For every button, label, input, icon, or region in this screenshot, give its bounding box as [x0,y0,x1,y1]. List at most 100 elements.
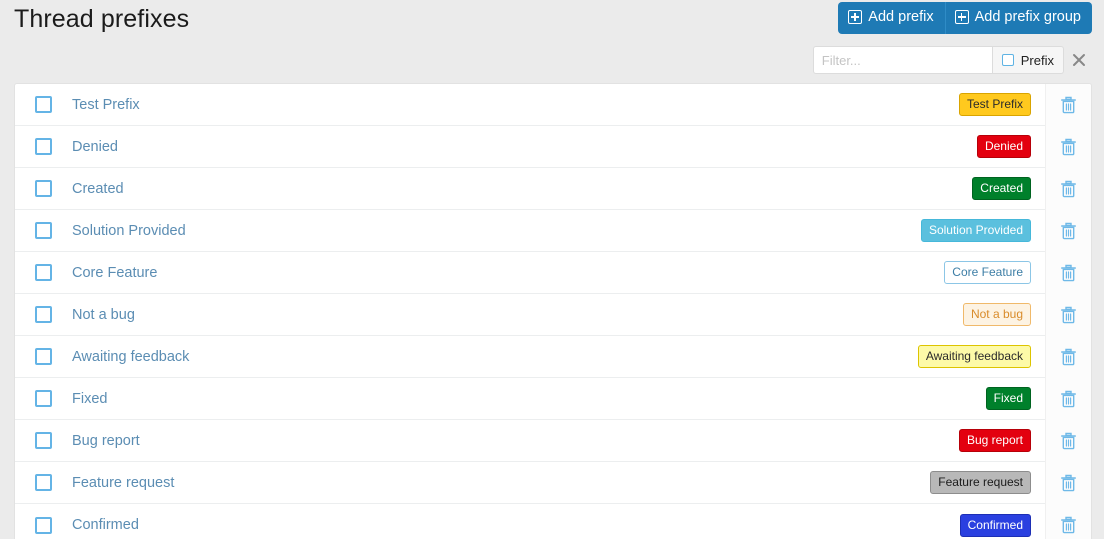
table-row: Awaiting feedback Awaiting feedback [15,335,1091,378]
prefix-badge-cell: Fixed [745,387,1045,410]
delete-prefix-button[interactable] [1045,167,1091,210]
filter-bar: Prefix [0,36,1104,83]
delete-prefix-button[interactable] [1045,251,1091,294]
delete-prefix-button[interactable] [1045,84,1091,126]
trash-icon [1061,180,1076,197]
filter-close-button[interactable] [1066,46,1092,74]
row-select-cell [15,432,71,449]
row-select-cell [15,264,71,281]
plus-square-icon [848,10,863,25]
status-badge: Test Prefix [958,93,1031,116]
row-select-cell [15,222,71,239]
checkbox-unchecked-icon[interactable] [34,180,52,197]
trash-icon [1061,222,1076,239]
delete-prefix-button[interactable] [1045,293,1091,336]
row-select-cell [15,516,71,534]
filter-control-group: Prefix [812,46,1064,74]
close-icon [1073,54,1085,66]
prefix-title-link[interactable]: Solution Provided [71,223,745,239]
status-badge: Awaiting feedback [917,345,1031,368]
status-badge: Core Feature [944,261,1031,284]
add-prefix-button[interactable]: Add prefix [838,2,945,34]
trash-icon [1061,306,1076,323]
row-select-cell [15,96,71,113]
table-row: Test Prefix Test Prefix [15,84,1091,126]
status-badge: Denied [976,135,1031,158]
add-prefix-button-label: Add prefix [868,9,934,25]
table-row: Core Feature Core Feature [15,251,1091,294]
delete-prefix-button[interactable] [1045,125,1091,168]
prefix-badge-cell: Feature request [745,471,1045,494]
table-row: Created Created [15,167,1091,210]
add-prefix-group-button[interactable]: Add prefix group [944,2,1092,34]
trash-icon [1061,390,1076,407]
trash-icon [1061,348,1076,365]
row-select-cell [15,138,71,155]
trash-icon [1061,138,1076,155]
table-row: Denied Denied [15,125,1091,168]
prefix-title-link[interactable]: Feature request [71,475,745,491]
trash-icon [1061,474,1076,491]
checkbox-unchecked-icon[interactable] [34,306,52,323]
prefix-title-link[interactable]: Awaiting feedback [71,349,745,365]
checkbox-unchecked-icon[interactable] [34,222,52,239]
prefix-title-link[interactable]: Created [71,181,745,197]
checkbox-unchecked-icon[interactable] [34,390,52,407]
page-title: Thread prefixes [14,5,190,33]
status-badge: Not a bug [962,303,1031,326]
delete-prefix-button[interactable] [1045,335,1091,378]
table-row: Feature request Feature request [15,461,1091,504]
prefix-title-link[interactable]: Core Feature [71,265,745,281]
prefix-badge-cell: Created [745,177,1045,200]
table-row: Bug report Bug report [15,419,1091,462]
checkbox-unchecked-icon[interactable] [34,474,52,491]
prefix-title-link[interactable]: Denied [71,139,745,155]
status-badge: Created [972,177,1031,200]
trash-icon [1061,264,1076,281]
prefix-badge-cell: Denied [745,135,1045,158]
delete-prefix-button[interactable] [1045,419,1091,462]
delete-prefix-button[interactable] [1045,504,1091,539]
status-badge: Feature request [930,471,1031,494]
delete-prefix-button[interactable] [1045,377,1091,420]
prefix-badge-cell: Bug report [745,429,1045,452]
checkbox-unchecked-icon[interactable] [34,516,52,534]
prefix-badge-cell: Core Feature [745,261,1045,284]
page-header: Thread prefixes Add prefix Add prefix gr… [0,0,1104,36]
prefix-title-link[interactable]: Test Prefix [71,97,745,113]
table-row: Fixed Fixed [15,377,1091,420]
checkbox-unchecked-icon[interactable] [34,138,52,155]
checkbox-unchecked-icon[interactable] [34,348,52,365]
prefix-title-link[interactable]: Not a bug [71,307,745,323]
trash-icon [1061,96,1076,113]
row-select-cell [15,390,71,407]
filter-prefix-toggle-label: Prefix [1020,52,1054,68]
table-row: Solution Provided Solution Provided [15,209,1091,252]
checkbox-unchecked-icon[interactable] [34,432,52,449]
row-select-cell [15,306,71,323]
prefix-badge-cell: Not a bug [745,303,1045,326]
prefix-title-link[interactable]: Bug report [71,433,745,449]
checkbox-unchecked-icon[interactable] [34,96,52,113]
status-badge: Confirmed [959,513,1031,537]
prefix-title-link[interactable]: Confirmed [71,517,745,533]
row-select-cell [15,348,71,365]
prefix-badge-cell: Solution Provided [745,219,1045,242]
prefix-badge-cell: Test Prefix [745,93,1045,116]
filter-input[interactable] [812,46,993,74]
delete-prefix-button[interactable] [1045,209,1091,252]
status-badge: Fixed [985,387,1031,410]
checkbox-unchecked-icon[interactable] [34,264,52,281]
row-select-cell [15,180,71,197]
filter-prefix-toggle[interactable]: Prefix [992,46,1064,74]
status-badge: Solution Provided [920,219,1031,242]
prefix-badge-cell: Confirmed [745,513,1045,537]
add-prefix-group-button-label: Add prefix group [974,9,1081,25]
checkbox-unchecked-icon [1001,54,1014,66]
table-row: Not a bug Not a bug [15,293,1091,336]
prefix-badge-cell: Awaiting feedback [745,345,1045,368]
trash-icon [1061,432,1076,449]
header-button-group: Add prefix Add prefix group [838,2,1092,34]
prefix-title-link[interactable]: Fixed [71,391,745,407]
delete-prefix-button[interactable] [1045,461,1091,504]
